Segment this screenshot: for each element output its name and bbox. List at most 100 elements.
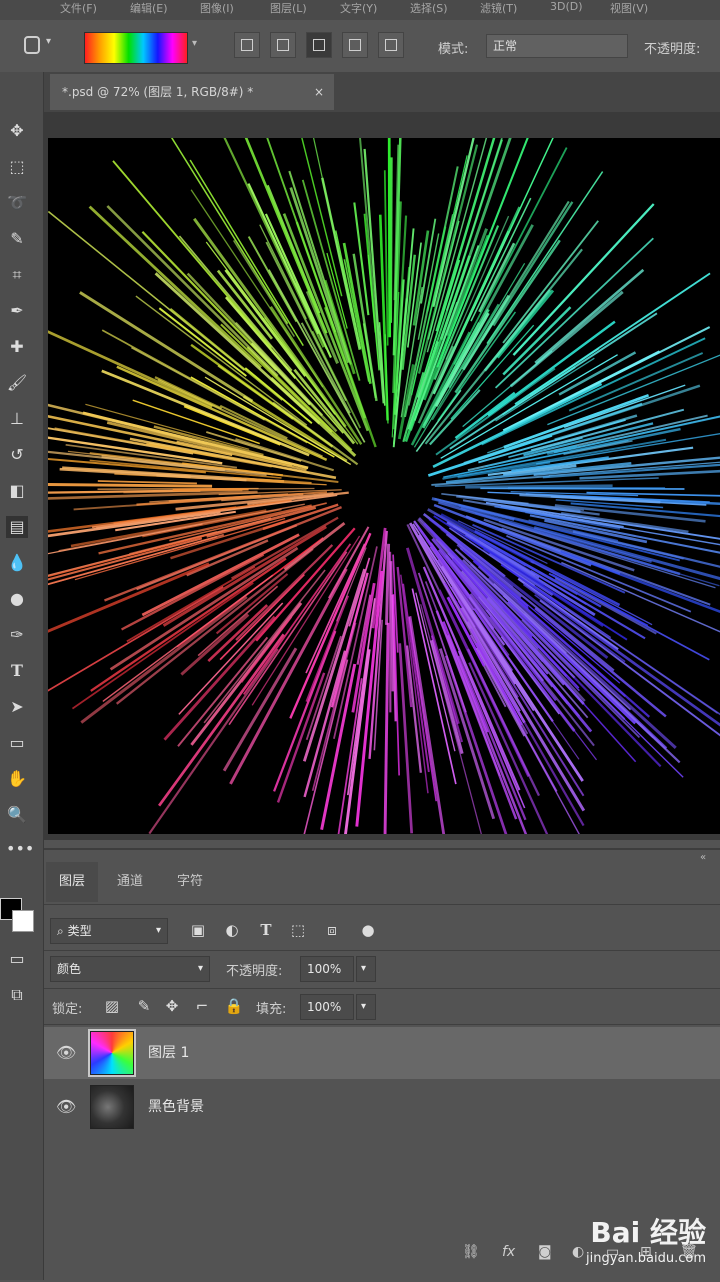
type-tool-icon[interactable]: T — [6, 660, 28, 682]
dodge-tool-icon[interactable]: ● — [6, 588, 28, 610]
burst-streak — [256, 528, 355, 640]
quick-select-icon[interactable]: ✎ — [6, 228, 28, 250]
eyedropper-tool-icon[interactable]: ✒ — [6, 300, 28, 322]
more-tools-icon[interactable]: ••• — [6, 838, 28, 860]
pixel-filter-icon[interactable]: ▣ — [186, 918, 210, 942]
eye-icon[interactable]: 👁 — [56, 1043, 76, 1062]
menu-bar: 文件(F) 编辑(E) 图像(I) 图层(L) 文字(Y) 选择(S) 滤镜(T… — [0, 0, 720, 20]
menu-view[interactable]: 视图(V) — [610, 0, 648, 16]
menu-3d[interactable]: 3D(D) — [550, 0, 583, 13]
fill-input[interactable]: 100% — [300, 994, 354, 1020]
lasso-tool-icon[interactable]: ➰ — [6, 192, 28, 214]
layer-name[interactable]: 黑色背景 — [148, 1081, 204, 1133]
screen-mode-icon[interactable]: ⧉ — [6, 984, 28, 1006]
watermark-brand: Bai 经验 — [586, 1211, 706, 1251]
burst-streak — [90, 207, 262, 368]
eye-icon[interactable]: 👁 — [56, 1097, 76, 1116]
layer-row[interactable]: 👁 黑色背景 — [44, 1081, 720, 1133]
pen-tool-icon[interactable]: ✑ — [6, 624, 28, 646]
angle-gradient-button[interactable] — [306, 32, 332, 58]
move-tool-icon[interactable]: ✥ — [6, 120, 28, 142]
background-color-swatch[interactable] — [12, 910, 34, 932]
menu-edit[interactable]: 编辑(E) — [130, 0, 168, 16]
type-filter-icon[interactable]: T — [254, 918, 278, 942]
opacity-input[interactable]: 100% — [300, 956, 354, 982]
opacity-label: 不透明度: — [226, 960, 282, 979]
rectangle-tool-icon[interactable]: ▭ — [6, 732, 28, 754]
tool-preset-picker[interactable]: ▾ — [18, 34, 58, 58]
adjustment-filter-icon[interactable]: ◐ — [220, 918, 244, 942]
tools-panel: ✥ ⬚ ➰ ✎ ⌗ ✒ ✚ 🖌 ⊥ ↺ ◧ ▤ 💧 ● ✑ T ➤ ▭ ✋ 🔍 … — [0, 72, 44, 1280]
hand-tool-icon[interactable]: ✋ — [6, 768, 28, 790]
lock-position-icon[interactable]: ✥ — [160, 994, 184, 1018]
layer-name[interactable]: 图层 1 — [148, 1027, 189, 1079]
document-canvas[interactable] — [48, 138, 720, 834]
menu-select[interactable]: 选择(S) — [410, 0, 448, 16]
layer-thumbnail — [90, 1031, 134, 1075]
history-brush-icon[interactable]: ↺ — [6, 444, 28, 466]
document-tab[interactable]: *.psd @ 72% (图层 1, RGB/8#) * × — [50, 74, 334, 110]
zoom-tool-icon[interactable]: 🔍 — [6, 804, 28, 826]
tab-character[interactable]: 字符 — [162, 862, 218, 902]
layer-row[interactable]: 👁 图层 1 — [44, 1027, 720, 1079]
layer-filter-dropdown[interactable]: ⌕ 类型 ▾ — [50, 918, 168, 944]
close-icon[interactable]: × — [314, 74, 324, 110]
baidu-watermark: Bai 经验 jingyan.baidu.com — [586, 1211, 706, 1266]
gradient-tool-icon[interactable]: ▤ — [6, 516, 28, 538]
marquee-tool-icon[interactable]: ⬚ — [6, 156, 28, 178]
lock-all-icon[interactable]: 🔒 — [222, 994, 246, 1018]
burst-streak — [173, 489, 249, 490]
lock-label: 锁定: — [52, 998, 82, 1017]
tab-layers[interactable]: 图层 — [46, 862, 98, 902]
opacity-value: 100% — [307, 962, 341, 976]
options-bar: ▾ ▾ 模式: 正常 不透明度: — [0, 20, 720, 73]
color-burst-artwork — [48, 138, 720, 834]
burst-streak — [480, 488, 684, 489]
link-layers-icon[interactable]: ⛓ — [462, 1244, 480, 1260]
menu-layer[interactable]: 图层(L) — [270, 0, 307, 16]
burst-streak — [384, 623, 388, 834]
chevron-down-icon[interactable]: ▾ — [192, 38, 197, 49]
eraser-tool-icon[interactable]: ◧ — [6, 480, 28, 502]
menu-image[interactable]: 图像(I) — [200, 0, 234, 16]
menu-type[interactable]: 文字(Y) — [340, 0, 377, 16]
burst-streak — [98, 481, 197, 483]
healing-brush-icon[interactable]: ✚ — [6, 336, 28, 358]
stamp-tool-icon[interactable]: ⊥ — [6, 408, 28, 430]
burst-streak — [48, 484, 212, 486]
quick-mask-icon[interactable]: ▭ — [6, 948, 28, 970]
add-mask-icon[interactable]: ◙ — [538, 1244, 552, 1260]
adjustment-layer-icon[interactable]: ◐ — [572, 1244, 584, 1260]
burst-streak — [260, 225, 307, 319]
burst-streak — [535, 270, 643, 363]
menu-file[interactable]: 文件(F) — [60, 0, 97, 16]
filter-toggle-icon[interactable]: ● — [356, 918, 380, 942]
burst-streak — [291, 188, 349, 363]
smart-object-filter-icon[interactable]: ⧈ — [320, 918, 344, 942]
diamond-gradient-button[interactable] — [378, 32, 404, 58]
crop-tool-icon[interactable]: ⌗ — [6, 264, 28, 286]
mode-dropdown[interactable]: 正常 — [486, 34, 628, 58]
fill-dropdown[interactable]: ▾ — [356, 994, 376, 1020]
menu-filter[interactable]: 滤镜(T) — [480, 0, 517, 16]
burst-streak — [465, 486, 612, 487]
burst-streak — [248, 184, 318, 334]
brush-tool-icon[interactable]: 🖌 — [6, 372, 28, 394]
blur-tool-icon[interactable]: 💧 — [6, 552, 28, 574]
linear-gradient-button[interactable] — [234, 32, 260, 58]
lock-artboard-icon[interactable]: ⌐ — [190, 994, 214, 1018]
path-select-icon[interactable]: ➤ — [6, 696, 28, 718]
radial-gradient-button[interactable] — [270, 32, 296, 58]
reflected-gradient-button[interactable] — [342, 32, 368, 58]
divider — [44, 904, 720, 905]
shape-filter-icon[interactable]: ⬚ — [286, 918, 310, 942]
opacity-dropdown[interactable]: ▾ — [356, 956, 376, 982]
gradient-picker[interactable] — [84, 32, 188, 64]
collapse-panel-icon[interactable]: « — [700, 852, 706, 863]
layer-style-icon[interactable]: fx — [502, 1244, 515, 1260]
lock-transparency-icon[interactable]: ▨ — [100, 994, 124, 1018]
lock-image-pixels-icon[interactable]: ✎ — [132, 994, 156, 1018]
blend-mode-dropdown[interactable]: 颜色 ▾ — [50, 956, 210, 982]
tab-channels[interactable]: 通道 — [104, 862, 156, 902]
fill-value: 100% — [307, 1000, 341, 1014]
